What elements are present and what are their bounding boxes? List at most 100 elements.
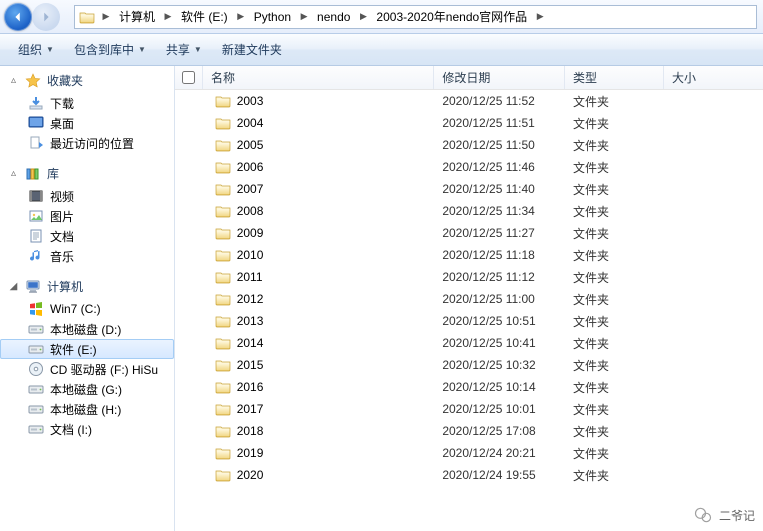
chevron-right-icon[interactable]: ▶ xyxy=(161,6,175,28)
computer-group: ◢计算机 Win7 (C:)本地磁盘 (D:)软件 (E:) CD 驱动器 (F:… xyxy=(0,276,174,439)
label: 大小 xyxy=(672,69,696,86)
favorites-header[interactable]: ▵收藏夹 xyxy=(0,70,174,93)
chevron-right-icon[interactable]: ▶ xyxy=(533,6,547,28)
select-all-checkbox[interactable] xyxy=(175,66,203,89)
chevron-right-icon[interactable]: ▶ xyxy=(297,6,311,28)
sidebar-item-drive[interactable]: CD 驱动器 (F:) HiSu xyxy=(0,359,174,379)
file-row[interactable]: 20182020/12/25 17:08文件夹 xyxy=(175,420,763,442)
folder-icon xyxy=(215,225,231,241)
breadcrumb-segment[interactable]: Python xyxy=(248,6,297,28)
folder-icon xyxy=(215,291,231,307)
nav-bar: ▶ 计算机 ▶ 软件 (E:) ▶ Python ▶ nendo ▶ 2003-… xyxy=(0,0,763,34)
nav-forward-button xyxy=(32,3,60,31)
label: CD 驱动器 (F:) HiSu xyxy=(50,361,158,378)
file-row[interactable]: 20132020/12/25 10:51文件夹 xyxy=(175,310,763,332)
sidebar-item-music[interactable]: 音乐 xyxy=(0,246,174,266)
download-icon xyxy=(28,95,44,111)
file-row[interactable]: 2010 2020/12/25 11:18文件夹 xyxy=(175,244,763,266)
file-name: 2010 xyxy=(237,248,264,262)
file-row[interactable]: 20192020/12/24 20:21文件夹 xyxy=(175,442,763,464)
sidebar-item-drive[interactable]: 文档 (I:) xyxy=(0,419,174,439)
libraries-group: ▵库 视频 图片 文档 音乐 xyxy=(0,163,174,266)
file-name: 2004 xyxy=(237,116,264,130)
breadcrumb-segment[interactable]: 2003-2020年nendo官网作品 xyxy=(370,6,533,28)
label: 视频 xyxy=(50,188,74,205)
file-type: 文件夹 xyxy=(565,181,664,198)
file-row[interactable]: 20042020/12/25 11:51文件夹 xyxy=(175,112,763,134)
breadcrumb-segment[interactable]: nendo xyxy=(311,6,356,28)
folder-icon xyxy=(215,181,231,197)
chevron-right-icon[interactable]: ▶ xyxy=(234,6,248,28)
file-row[interactable]: 20092020/12/25 11:27文件夹 xyxy=(175,222,763,244)
sidebar-item-documents[interactable]: 文档 xyxy=(0,226,174,246)
nav-back-button[interactable] xyxy=(4,3,32,31)
file-row[interactable]: 20142020/12/25 10:41文件夹 xyxy=(175,332,763,354)
col-type[interactable]: 类型 xyxy=(565,66,664,89)
folder-icon xyxy=(215,203,231,219)
col-name[interactable]: 名称 xyxy=(203,66,434,89)
sidebar-item-downloads[interactable]: 下载 xyxy=(0,93,174,113)
organize-button[interactable]: 组织▼ xyxy=(8,38,64,62)
col-size[interactable]: 大小 xyxy=(664,66,763,89)
folder-icon xyxy=(215,269,231,285)
file-row[interactable]: 20052020/12/25 11:50文件夹 xyxy=(175,134,763,156)
file-type: 文件夹 xyxy=(565,225,664,242)
chevron-right-icon[interactable]: ▶ xyxy=(356,6,370,28)
breadcrumb-segment[interactable]: 计算机 xyxy=(113,6,161,28)
libraries-header[interactable]: ▵库 xyxy=(0,163,174,186)
file-name: 2007 xyxy=(237,182,264,196)
label: 音乐 xyxy=(50,248,74,265)
collapse-icon[interactable]: ▵ xyxy=(8,168,19,179)
label: 文档 (I:) xyxy=(50,421,92,438)
drive-icon xyxy=(28,421,44,437)
collapse-icon[interactable]: ▵ xyxy=(8,75,19,86)
sidebar-item-pictures[interactable]: 图片 xyxy=(0,206,174,226)
video-icon xyxy=(28,188,44,204)
folder-icon xyxy=(215,445,231,461)
sidebar-item-drive[interactable]: 软件 (E:) xyxy=(0,339,174,359)
breadcrumb-bar[interactable]: ▶ 计算机 ▶ 软件 (E:) ▶ Python ▶ nendo ▶ 2003-… xyxy=(74,5,757,29)
share-button[interactable]: 共享▼ xyxy=(156,38,212,62)
file-name: 2009 xyxy=(237,226,264,240)
file-row[interactable]: 20122020/12/25 11:00文件夹 xyxy=(175,288,763,310)
file-date: 2020/12/25 11:46 xyxy=(434,160,565,174)
sidebar-item-videos[interactable]: 视频 xyxy=(0,186,174,206)
file-type: 文件夹 xyxy=(565,291,664,308)
file-name: 2015 xyxy=(237,358,264,372)
file-date: 2020/12/25 11:18 xyxy=(434,248,565,262)
drive-icon xyxy=(28,381,44,397)
file-type: 文件夹 xyxy=(565,269,664,286)
file-row[interactable]: 20032020/12/25 11:52文件夹 xyxy=(175,90,763,112)
file-type: 文件夹 xyxy=(565,203,664,220)
file-type: 文件夹 xyxy=(565,247,664,264)
breadcrumb-segment[interactable]: 软件 (E:) xyxy=(175,6,234,28)
file-list[interactable]: 名称 修改日期 类型 大小 20032020/12/25 11:52文件夹200… xyxy=(175,66,763,531)
sidebar-item-desktop[interactable]: 桌面 xyxy=(0,113,174,133)
file-row[interactable]: 20152020/12/25 10:32文件夹 xyxy=(175,354,763,376)
file-date: 2020/12/25 11:12 xyxy=(434,270,565,284)
sidebar-item-drive[interactable]: 本地磁盘 (H:) xyxy=(0,399,174,419)
file-type: 文件夹 xyxy=(565,379,664,396)
file-row[interactable]: 20112020/12/25 11:12文件夹 xyxy=(175,266,763,288)
file-row[interactable]: 20062020/12/25 11:46文件夹 xyxy=(175,156,763,178)
sidebar-item-drive[interactable]: 本地磁盘 (D:) xyxy=(0,319,174,339)
collapse-icon[interactable]: ◢ xyxy=(8,281,19,292)
new-folder-button[interactable]: 新建文件夹 xyxy=(212,38,292,62)
col-date[interactable]: 修改日期 xyxy=(434,66,565,89)
file-row[interactable]: 20162020/12/25 10:14文件夹 xyxy=(175,376,763,398)
chevron-right-icon[interactable]: ▶ xyxy=(99,6,113,28)
file-date: 2020/12/25 10:51 xyxy=(434,314,565,328)
sidebar-item-drive[interactable]: 本地磁盘 (G:) xyxy=(0,379,174,399)
file-row[interactable]: 20082020/12/25 11:34文件夹 xyxy=(175,200,763,222)
computer-header[interactable]: ◢计算机 xyxy=(0,276,174,299)
sidebar-item-recent[interactable]: 最近访问的位置 xyxy=(0,133,174,153)
label: 类型 xyxy=(573,69,597,86)
label: 共享 xyxy=(166,41,190,58)
label: 下载 xyxy=(50,95,74,112)
checkbox[interactable] xyxy=(182,71,195,84)
file-row[interactable]: 20202020/12/24 19:55文件夹 xyxy=(175,464,763,486)
file-row[interactable]: 20072020/12/25 11:40文件夹 xyxy=(175,178,763,200)
include-button[interactable]: 包含到库中▼ xyxy=(64,38,156,62)
file-row[interactable]: 20172020/12/25 10:01文件夹 xyxy=(175,398,763,420)
sidebar-item-drive[interactable]: Win7 (C:) xyxy=(0,299,174,319)
